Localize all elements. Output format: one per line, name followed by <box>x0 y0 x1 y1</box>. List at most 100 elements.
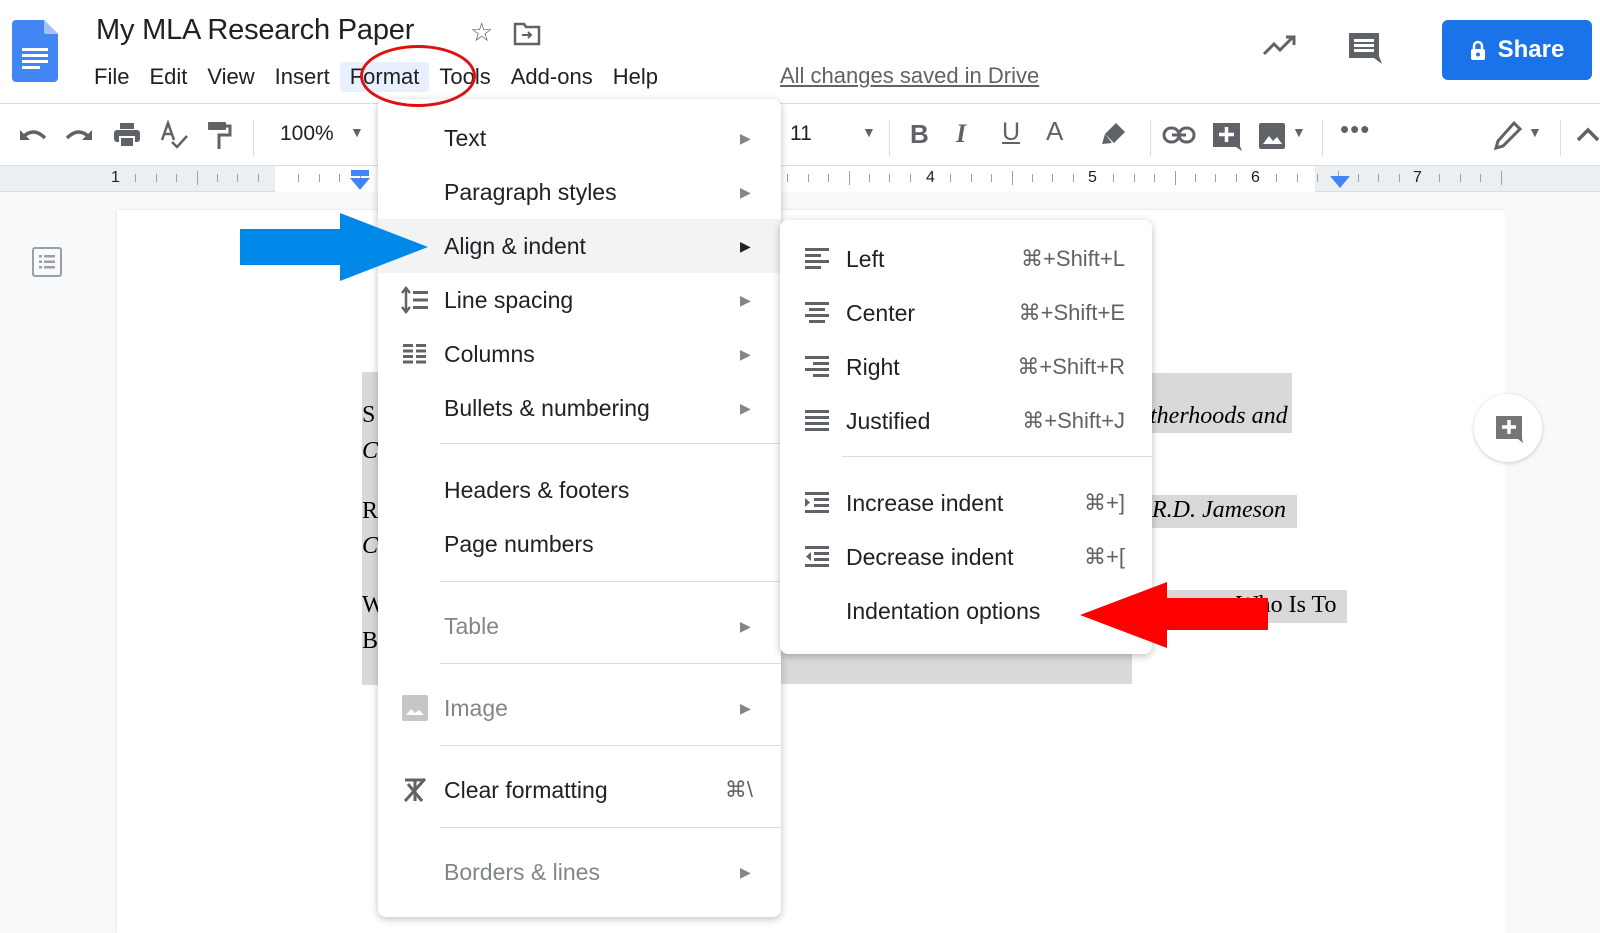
shortcut-label: ⌘+Shift+E <box>1018 300 1125 325</box>
zoom-dropdown-icon[interactable]: ▼ <box>350 124 364 140</box>
menu-item-text[interactable]: Text ▶ <box>378 111 781 165</box>
ruler-tick <box>950 174 952 182</box>
shortcut-label: ⌘+Shift+J <box>1022 408 1125 433</box>
menu-view[interactable]: View <box>197 62 264 92</box>
submenu-item-label: Indentation options <box>846 597 1041 624</box>
submenu-item-increase-indent[interactable]: Increase indent ⌘+] <box>780 476 1152 530</box>
editing-mode-dropdown-icon[interactable]: ▼ <box>1528 124 1542 140</box>
add-comment-icon[interactable] <box>1212 122 1242 152</box>
ruler-tick <box>216 174 218 182</box>
document-text: R <box>362 498 379 524</box>
menu-item-label: Columns <box>444 340 535 367</box>
menu-item-paragraph-styles[interactable]: Paragraph styles ▶ <box>378 165 781 219</box>
line-spacing-icon <box>401 285 428 315</box>
ruler-tick <box>1378 174 1380 182</box>
ruler-tick <box>318 174 320 182</box>
activity-trend-icon[interactable] <box>1262 32 1298 60</box>
submenu-item-label: Justified <box>846 407 931 434</box>
move-to-folder-icon[interactable] <box>513 22 541 46</box>
decrease-indent-icon <box>805 546 829 567</box>
save-status-link[interactable]: All changes saved in Drive <box>780 63 1039 89</box>
ruler-tick <box>1011 171 1013 185</box>
submenu-item-align-center[interactable]: Center ⌘+Shift+E <box>780 286 1152 340</box>
undo-icon[interactable] <box>18 124 48 144</box>
document-text: B <box>362 628 379 654</box>
menu-item-table: Table ▶ <box>378 599 781 653</box>
redo-icon[interactable] <box>64 124 94 144</box>
ruler-tick <box>1500 171 1502 185</box>
menu-addons[interactable]: Add-ons <box>501 62 603 92</box>
floating-add-comment-button[interactable] <box>1474 394 1542 462</box>
toolbar-divider <box>889 120 890 156</box>
menu-item-label: Bullets & numbering <box>444 394 650 421</box>
submenu-item-align-left[interactable]: Left ⌘+Shift+L <box>780 232 1152 286</box>
share-button[interactable]: Share <box>1442 20 1592 80</box>
ruler-tick <box>257 174 259 182</box>
submenu-item-label: Left <box>846 245 885 272</box>
ruler-tick <box>807 174 809 182</box>
ruler-tick <box>1215 174 1217 182</box>
right-indent-marker[interactable] <box>1329 174 1351 190</box>
ruler-tick <box>848 171 850 185</box>
menu-item-bullets-numbering[interactable]: Bullets & numbering ▶ <box>378 381 781 435</box>
ruler-tick <box>1357 174 1359 182</box>
image-dropdown-icon[interactable]: ▼ <box>1292 124 1306 140</box>
menu-item-label: Table <box>444 612 499 639</box>
print-icon[interactable] <box>112 121 142 149</box>
submenu-item-align-justified[interactable]: Justified ⌘+Shift+J <box>780 394 1152 448</box>
editing-mode-pencil-icon[interactable] <box>1494 120 1522 150</box>
toolbar: 100% ▼ 11 ▼ B I U A ▼ ••• ▼ <box>0 104 1600 258</box>
left-indent-marker[interactable] <box>349 170 371 192</box>
document-outline-icon[interactable] <box>32 247 62 277</box>
comments-icon[interactable] <box>1346 30 1382 66</box>
highlight-icon[interactable] <box>1100 120 1128 148</box>
bold-icon[interactable]: B <box>910 119 929 150</box>
menu-item-page-numbers[interactable]: Page numbers <box>378 517 781 571</box>
menu-edit[interactable]: Edit <box>139 62 197 92</box>
submenu-arrow-icon: ▶ <box>740 399 751 416</box>
star-icon[interactable]: ☆ <box>470 17 493 48</box>
insert-image-icon[interactable] <box>1258 122 1286 150</box>
menu-item-image: Image ▶ <box>378 681 781 735</box>
ruler-tick <box>787 174 789 182</box>
menu-item-columns[interactable]: Columns ▶ <box>378 327 781 381</box>
ruler-tick <box>1439 174 1441 182</box>
underline-icon[interactable]: U <box>1002 118 1020 147</box>
document-text: C <box>362 438 379 464</box>
ruler[interactable]: 1 4 5 6 7 <box>0 166 1600 192</box>
menu-item-headers-footers[interactable]: Headers & footers <box>378 463 781 517</box>
shortcut-label: ⌘\ <box>724 777 753 802</box>
font-size-select[interactable]: 11 <box>790 122 812 146</box>
menu-item-line-spacing[interactable]: Line spacing ▶ <box>378 273 781 327</box>
document-text: R.D. Jameson <box>1152 497 1286 523</box>
ruler-tick <box>909 174 911 182</box>
submenu-item-decrease-indent[interactable]: Decrease indent ⌘+[ <box>780 530 1152 584</box>
link-icon[interactable] <box>1162 126 1196 144</box>
zoom-select[interactable]: 100% <box>280 122 334 146</box>
menu-file[interactable]: File <box>84 62 139 92</box>
paint-format-icon[interactable] <box>206 120 232 152</box>
more-options-icon[interactable]: ••• <box>1340 114 1370 145</box>
document-title[interactable]: My MLA Research Paper <box>96 14 414 47</box>
document-text: therhoods and <box>1150 403 1288 429</box>
toolbar-divider <box>1322 120 1323 156</box>
menu-item-align-indent[interactable]: Align & indent ▶ <box>378 219 781 273</box>
clear-formatting-icon <box>403 777 427 803</box>
ruler-tick <box>155 174 157 182</box>
text-color-icon[interactable]: A <box>1046 116 1063 147</box>
ruler-tick <box>298 174 300 182</box>
menu-help[interactable]: Help <box>603 62 668 92</box>
italic-icon[interactable]: I <box>956 119 966 149</box>
submenu-arrow-icon: ▶ <box>740 345 751 362</box>
submenu-item-label: Right <box>846 353 900 380</box>
ruler-number: 6 <box>1251 169 1260 186</box>
blue-pointer-arrow <box>240 213 428 281</box>
menu-insert[interactable]: Insert <box>265 62 340 92</box>
document-text: S <box>362 402 376 428</box>
docs-logo-icon[interactable] <box>12 20 58 82</box>
submenu-item-align-right[interactable]: Right ⌘+Shift+R <box>780 340 1152 394</box>
collapse-chevron-up-icon[interactable] <box>1576 126 1600 142</box>
font-size-dropdown-icon[interactable]: ▼ <box>862 124 876 140</box>
menu-item-clear-formatting[interactable]: Clear formatting ⌘\ <box>378 763 781 817</box>
spellcheck-icon[interactable] <box>160 120 190 152</box>
